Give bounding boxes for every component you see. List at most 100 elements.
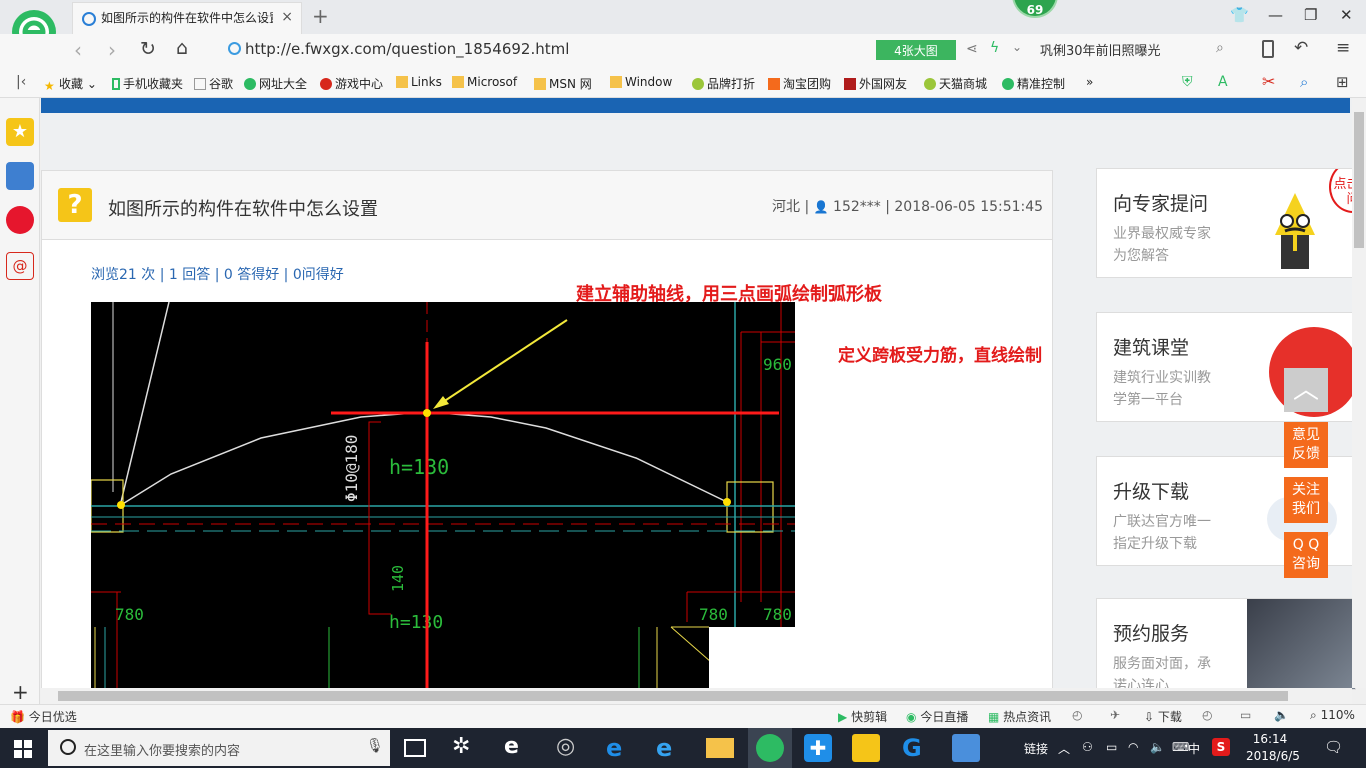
speed-icon[interactable]: ◴ — [1202, 708, 1212, 722]
bookmarks-more-icon[interactable]: » — [1086, 75, 1093, 89]
card-subtitle: 为您解答 — [1113, 248, 1169, 264]
horizontal-scroll-thumb[interactable] — [58, 691, 1288, 701]
bookmark-item[interactable]: Links — [396, 75, 442, 89]
restore-icon[interactable]: ❐ — [1304, 6, 1317, 24]
share-icon[interactable]: ⋖ — [966, 41, 978, 57]
microphone-icon[interactable]: 🎙 — [366, 738, 384, 754]
bookmark-item[interactable]: 网址大全 — [244, 75, 307, 92]
ie-dark-app-icon[interactable]: e — [504, 734, 532, 762]
email-icon[interactable]: @ — [6, 252, 34, 280]
status-item[interactable]: ▶ 快剪辑 — [838, 708, 887, 725]
minimize-icon[interactable]: — — [1268, 6, 1283, 24]
notes-app-icon[interactable] — [852, 734, 880, 762]
follow-button[interactable]: 关注 我们 — [1284, 477, 1328, 523]
refresh-icon[interactable]: ↻ — [140, 38, 156, 60]
scissors-icon[interactable]: ✂ — [1262, 72, 1275, 91]
back-to-top-button[interactable]: ︿ — [1284, 368, 1328, 412]
weibo-icon[interactable] — [6, 206, 34, 234]
window-icon[interactable]: ▭ — [1240, 708, 1251, 722]
close-window-icon[interactable]: ✕ — [1340, 6, 1353, 24]
task-view-icon[interactable] — [404, 739, 426, 757]
folder-icon — [452, 76, 464, 88]
bookmark-item[interactable]: Window — [610, 75, 672, 89]
active-browser-app[interactable] — [748, 728, 792, 768]
edge-app-icon[interactable]: e — [606, 734, 634, 762]
bookmark-item[interactable]: 精准控制 — [1002, 75, 1065, 92]
mobile-icon[interactable] — [1262, 40, 1274, 58]
bookmark-item[interactable]: Microsof — [452, 75, 517, 89]
home-icon[interactable]: ⌂ — [176, 37, 188, 59]
tray-battery-icon[interactable]: ▭ — [1106, 740, 1117, 754]
speed-icon[interactable]: ◴ — [1072, 708, 1082, 722]
translate-icon[interactable]: A — [1218, 74, 1228, 90]
vertical-scroll-thumb[interactable] — [1354, 112, 1364, 248]
tab-active[interactable]: 如图所示的构件在软件中怎么设置 × — [72, 2, 302, 34]
g-app-icon[interactable]: G — [902, 734, 930, 762]
tab-close-icon[interactable]: × — [281, 9, 293, 25]
site-header-strip — [41, 98, 1350, 113]
swirl-app-icon[interactable]: ◎ — [556, 734, 584, 762]
taskbar-clock[interactable]: 16:14 2018/6/5 — [1246, 731, 1300, 765]
undo-icon[interactable]: ↶ — [1294, 38, 1308, 58]
window-app-icon[interactable] — [952, 734, 980, 762]
address-input[interactable]: http://e.fwxgx.com/question_1854692.html — [228, 40, 868, 62]
windows-start-icon[interactable] — [14, 740, 32, 758]
status-item[interactable]: ⇩ 下载 — [1144, 708, 1182, 725]
cad-screenshot-image[interactable]: 960 h=130 Φ10@180 140 780 780 780 h=130 — [91, 302, 795, 688]
back-icon[interactable]: ‹ — [74, 38, 82, 62]
volume-icon[interactable]: 🔈 — [1274, 708, 1289, 722]
bookmark-item[interactable]: ★ 收藏 ⌄ — [44, 75, 97, 93]
pin-icon[interactable]: ✈ — [1110, 708, 1120, 722]
tray-keyboard-icon[interactable]: ⌨ — [1172, 740, 1189, 754]
tray-link-label[interactable]: 链接 — [1024, 740, 1048, 757]
bookmark-item[interactable]: 品牌打折 — [692, 75, 755, 92]
shield-icon[interactable]: ⛨ — [1182, 74, 1193, 90]
plus-app-icon[interactable]: ✚ — [804, 734, 832, 762]
bookmark-item[interactable]: 游戏中心 — [320, 75, 383, 92]
shirt-skin-icon[interactable]: 👕 — [1230, 6, 1249, 24]
appointment-card[interactable]: 预约服务 服务面对面，承 诺心连心 — [1096, 598, 1356, 690]
bookmark-item[interactable]: 谷歌 — [194, 75, 233, 92]
news-list-icon[interactable] — [6, 162, 34, 190]
menu-icon[interactable]: ≡ — [1336, 38, 1350, 58]
ie-app-icon[interactable]: e — [656, 734, 684, 762]
tray-chevron-icon[interactable]: ︿ — [1058, 740, 1070, 757]
question-stats[interactable]: 浏览21 次 | 1 回答 | 0 答得好 | 0问得好 — [91, 264, 344, 284]
search-icon[interactable]: ⌕ — [1216, 40, 1224, 56]
status-item[interactable]: ◉ 今日直播 — [906, 708, 968, 725]
lightning-icon[interactable]: ϟ — [990, 40, 999, 56]
qq-consult-button[interactable]: Q Q 咨询 — [1284, 532, 1328, 578]
card-title: 向专家提问 — [1113, 193, 1209, 215]
magnifier-icon[interactable]: ⌕ — [1300, 73, 1308, 91]
today-picks[interactable]: 🎁 今日优选 — [10, 708, 77, 725]
tray-s-app-icon[interactable]: S — [1212, 738, 1230, 756]
favorites-star-icon[interactable]: ★ — [6, 118, 34, 146]
zoom-level[interactable]: ⌕ 110% — [1310, 708, 1355, 723]
card-subtitle: 业界最权威专家 — [1113, 226, 1211, 242]
tray-people-icon[interactable]: ⚇ — [1082, 740, 1093, 754]
add-sidebar-icon[interactable]: + — [12, 680, 29, 704]
new-tab-button[interactable]: + — [312, 4, 329, 28]
forward-icon[interactable]: › — [108, 38, 116, 62]
big-image-button[interactable]: 4张大图 — [876, 40, 956, 60]
bookmark-item[interactable]: 外国网友 — [844, 75, 907, 92]
chevron-down-icon[interactable]: ⌄ — [1012, 40, 1022, 54]
apps-grid-icon[interactable]: ⊞ — [1336, 73, 1349, 91]
tray-volume-icon[interactable]: 🔈 — [1150, 740, 1165, 754]
tray-wifi-icon[interactable]: ◠ — [1128, 740, 1138, 754]
pinwheel-app-icon[interactable]: ✲ — [452, 734, 480, 762]
taskbar-search-input[interactable]: 在这里输入你要搜索的内容 🎙 — [48, 730, 390, 766]
feedback-button[interactable]: 意见 反馈 — [1284, 422, 1328, 468]
notification-center-icon[interactable]: 🗨 — [1324, 738, 1343, 756]
status-item[interactable]: ▦ 热点资讯 — [988, 708, 1051, 725]
file-explorer-icon[interactable] — [706, 738, 734, 758]
tray-ime-label[interactable]: 中 — [1188, 740, 1200, 757]
sidebar-toggle-icon[interactable]: |‹ — [16, 74, 26, 90]
search-input[interactable]: 巩俐30年前旧照曝光 — [1040, 40, 1240, 62]
ask-expert-card[interactable]: 向专家提问 业界最权威专家 为您解答 点击提问 — [1096, 168, 1356, 278]
bookmark-item[interactable]: 手机收藏夹 — [112, 75, 183, 92]
bookmark-item[interactable]: MSN 网 — [534, 75, 592, 92]
bookmark-item[interactable]: 淘宝团购 — [768, 75, 831, 92]
bookmark-item[interactable]: 天猫商城 — [924, 75, 987, 92]
region: 河北 — [772, 199, 800, 215]
